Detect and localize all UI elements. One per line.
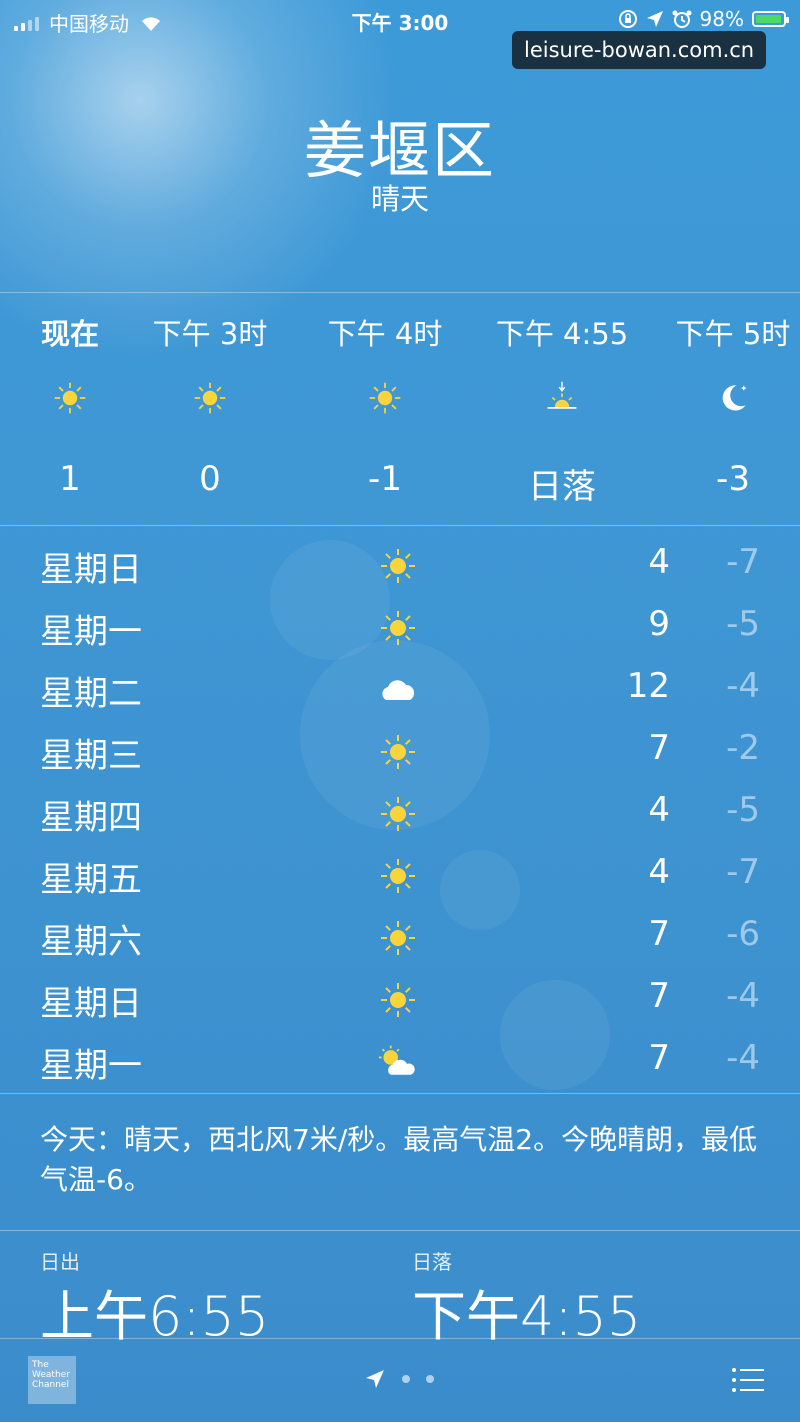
hourly-time: 下午 3时	[152, 317, 268, 351]
hourly-time: 下午 4时	[327, 317, 443, 351]
sun-icon	[378, 546, 418, 586]
hourly-time: 下午 4:55	[495, 317, 629, 351]
daily-row: 星期五 4 -7	[0, 844, 800, 906]
today-summary: 今天：晴天，西北风7米/秒。最高气温2。今晚晴朗，最低气温-6。	[40, 1123, 758, 1196]
sun-icon	[367, 380, 403, 416]
lock-rotation-icon	[618, 10, 637, 28]
divider	[0, 1338, 800, 1339]
sun-icon	[378, 980, 418, 1020]
list-icon[interactable]	[730, 1366, 766, 1394]
hourly-value: -1	[368, 459, 402, 499]
day-name: 星期六	[40, 922, 142, 962]
cloud-icon	[378, 670, 418, 710]
low-temp: -6	[726, 914, 760, 954]
sun-icon	[52, 380, 88, 416]
sun-icon	[378, 918, 418, 958]
low-temp: -2	[726, 728, 760, 768]
day-name: 星期五	[40, 860, 142, 900]
high-temp: 7	[648, 728, 670, 768]
high-temp: 12	[626, 666, 670, 706]
high-temp: 4	[648, 790, 670, 830]
sun-icon	[378, 856, 418, 896]
high-temp: 7	[648, 1038, 670, 1078]
high-temp: 4	[648, 542, 670, 582]
divider	[0, 292, 800, 293]
low-temp: -5	[726, 790, 760, 830]
weather-channel-logo[interactable]: The Weather Channel	[28, 1356, 76, 1404]
low-temp: -4	[726, 666, 760, 706]
hourly-value: 日落	[528, 467, 596, 507]
day-name: 星期二	[40, 674, 142, 714]
sun-icon	[192, 380, 228, 416]
hourly-time: 现在	[40, 317, 99, 351]
low-temp: -7	[726, 852, 760, 892]
low-temp: -5	[726, 604, 760, 644]
daily-row: 星期二 12 -4	[0, 658, 800, 720]
daily-row: 星期六 7 -6	[0, 906, 800, 968]
divider	[0, 1230, 800, 1231]
day-name: 星期一	[40, 612, 142, 652]
daily-row: 星期三 7 -2	[0, 720, 800, 782]
low-temp: -7	[726, 542, 760, 582]
battery-percent: 98%	[699, 7, 744, 31]
divider	[0, 1093, 800, 1094]
daily-row: 星期一 9 -5	[0, 596, 800, 658]
high-temp: 7	[648, 976, 670, 1016]
hourly-forecast[interactable]: 现在 1 下午 3时 0 下午 4时 -1 下午 4:55 日落 下午 5时 -…	[0, 294, 800, 524]
daily-row: 星期日 7 -4	[0, 968, 800, 1030]
bottom-toolbar: The Weather Channel	[0, 1340, 800, 1422]
alarm-icon	[672, 10, 692, 28]
current-condition: 晴天	[370, 182, 429, 216]
page-dot[interactable]	[402, 1375, 410, 1383]
location-arrow-icon[interactable]	[364, 1368, 386, 1390]
sunset-icon	[544, 380, 580, 416]
sun-icon	[378, 732, 418, 772]
day-name: 星期三	[40, 736, 142, 776]
daily-row: 星期四 4 -5	[0, 782, 800, 844]
divider	[0, 525, 800, 526]
sun-icon	[378, 794, 418, 834]
battery-icon	[752, 11, 789, 27]
hourly-value: 1	[59, 459, 81, 499]
day-name: 星期日	[40, 550, 142, 590]
moon-icon	[715, 380, 751, 416]
location-icon	[646, 11, 663, 27]
daily-row: 星期一 7 -4	[0, 1030, 800, 1092]
low-temp: -4	[726, 976, 760, 1016]
day-name: 星期四	[40, 798, 142, 838]
high-temp: 9	[648, 604, 670, 644]
hourly-time: 下午 5时	[675, 317, 791, 351]
sunrise-label: 日出	[40, 1250, 80, 1274]
partly-cloudy-icon	[378, 1042, 418, 1082]
high-temp: 7	[648, 914, 670, 954]
day-name: 星期一	[40, 1046, 142, 1086]
high-temp: 4	[648, 852, 670, 892]
page-dot[interactable]	[426, 1375, 434, 1383]
sunset-label: 日落	[412, 1250, 452, 1274]
hourly-value: 0	[199, 459, 221, 499]
watermark: leisure-bowan.com.cn	[512, 31, 767, 69]
low-temp: -4	[726, 1038, 760, 1078]
daily-row: 星期日 4 -7	[0, 534, 800, 596]
day-name: 星期日	[40, 984, 142, 1024]
sun-icon	[378, 608, 418, 648]
hourly-value: -3	[716, 459, 750, 499]
